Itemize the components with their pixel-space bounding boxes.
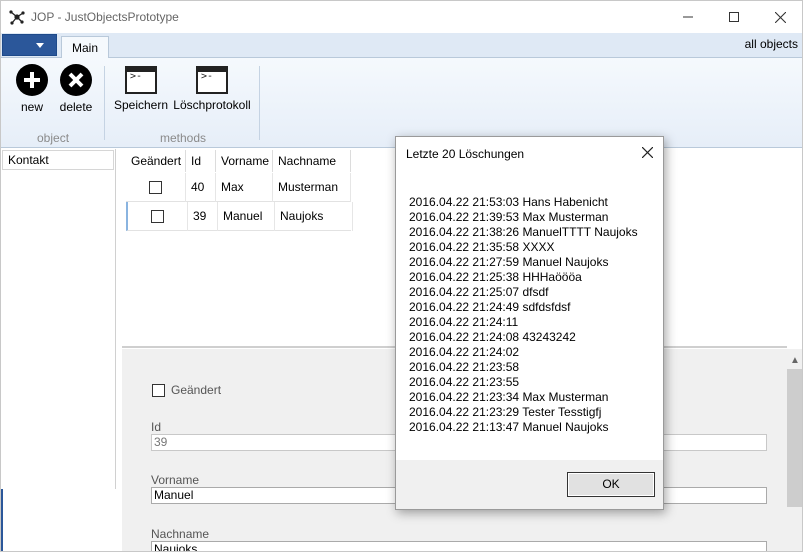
list-item: 2016.04.22 21:23:55 <box>409 375 520 389</box>
chevron-up-icon[interactable]: ▲ <box>790 355 800 366</box>
app-menu-button[interactable] <box>2 34 57 56</box>
new-label: new <box>20 100 43 114</box>
column-header-vorname[interactable]: Vorname <box>216 150 273 172</box>
tab-main[interactable]: Main <box>61 36 109 59</box>
ribbon-tab-bar: Main all objects <box>1 33 802 59</box>
list-item: 2016.04.22 21:53:03 Hans Habenicht <box>409 195 608 209</box>
form-scrollbar-thumb[interactable] <box>787 369 802 507</box>
list-item: 2016.04.22 21:23:34 Max Musterman <box>409 390 609 404</box>
ribbon-panel: new delete object >- Speichern >- Löschp… <box>1 58 802 148</box>
vorname-cell: Max <box>216 173 273 202</box>
vorname-label: Vorname <box>151 473 200 487</box>
changed-checkbox[interactable] <box>151 210 164 224</box>
column-header-geaendert[interactable]: Geändert <box>126 150 186 172</box>
speichern-label: Speichern <box>113 98 169 112</box>
close-window-button[interactable] <box>757 1 802 33</box>
id-cell: 39 <box>188 202 218 231</box>
list-item: 2016.04.22 21:13:47 Manuel Naujoks <box>409 420 609 434</box>
nachname-cell: Musterman <box>273 173 351 202</box>
geaendert-checkbox[interactable] <box>152 384 165 397</box>
terminal-icon: >- <box>125 66 157 94</box>
vorname-cell: Manuel <box>218 202 275 231</box>
list-item: 2016.04.22 21:24:02 <box>409 345 520 359</box>
list-item: 2016.04.22 21:25:07 dfsdf <box>409 285 549 299</box>
chevron-down-icon <box>36 43 44 48</box>
column-header-id[interactable]: Id <box>186 150 216 172</box>
list-item: 2016.04.22 21:27:59 Manuel Naujoks <box>409 255 609 269</box>
terminal-icon: >- <box>196 66 228 94</box>
window-title: JOP - JustObjectsPrototype <box>31 10 179 24</box>
group-label-methods: methods <box>160 131 207 145</box>
nachname-label: Nachname <box>151 527 210 541</box>
nachname-field[interactable]: Naujoks <box>151 541 767 551</box>
close-icon <box>774 11 786 23</box>
title-bar: JOP - JustObjectsPrototype <box>1 1 802 33</box>
list-item: 2016.04.22 21:39:53 Max Musterman <box>409 210 609 224</box>
nav-accent-bar <box>1 489 3 551</box>
table-row[interactable]: 40 Max Musterman <box>126 173 351 202</box>
column-header-nachname[interactable]: Nachname <box>273 150 351 172</box>
changed-cell <box>128 202 188 231</box>
app-network-icon <box>9 10 25 25</box>
minimize-icon <box>683 16 693 18</box>
nachname-cell: Naujoks <box>275 202 353 231</box>
group-label-object: object <box>37 131 70 145</box>
maximize-icon <box>729 12 739 22</box>
dialog-title: Letzte 20 Löschungen <box>406 147 525 161</box>
deletion-list: 2016.04.22 21:53:03 Hans Habenicht 2016.… <box>409 195 659 435</box>
id-cell: 40 <box>186 173 216 202</box>
list-item: 2016.04.22 21:25:38 HHHaöööa <box>409 270 582 284</box>
delete-button[interactable]: delete <box>57 64 95 114</box>
nav-item-kontakt[interactable]: Kontakt <box>2 150 114 170</box>
speichern-button[interactable]: >- Speichern <box>113 64 169 112</box>
geaendert-label: Geändert <box>171 383 222 397</box>
dialog-close-button[interactable] <box>636 143 658 163</box>
changed-cell <box>126 173 186 202</box>
list-item: 2016.04.22 21:24:49 sdfdsfdsf <box>409 300 571 314</box>
object-nav: Kontakt <box>1 149 116 489</box>
list-item: 2016.04.22 21:38:26 ManuelTTTT Naujoks <box>409 225 638 239</box>
ribbon-separator <box>259 66 260 140</box>
list-item: 2016.04.22 21:23:58 <box>409 360 520 374</box>
maximize-button[interactable] <box>711 1 757 33</box>
list-item: 2016.04.22 21:24:08 43243242 <box>409 330 576 344</box>
main-window: JOP - JustObjectsPrototype Main all obje… <box>0 0 803 552</box>
close-icon <box>641 146 653 159</box>
new-button[interactable]: new <box>14 64 50 114</box>
list-item: 2016.04.22 21:24:11 <box>409 315 519 329</box>
list-item: 2016.04.22 21:23:29 Tester Tesstigfj <box>409 405 602 419</box>
list-item: 2016.04.22 21:35:58 XXXX <box>409 240 555 254</box>
minimize-button[interactable] <box>665 1 711 33</box>
plus-icon <box>16 64 48 96</box>
dialog-footer: OK <box>396 460 663 509</box>
changed-checkbox[interactable] <box>149 181 162 195</box>
ribbon-separator <box>104 66 105 140</box>
id-label: Id <box>151 420 162 434</box>
loeschprotokoll-label: Löschprotokoll <box>173 98 251 112</box>
ok-button[interactable]: OK <box>567 472 655 497</box>
table-row[interactable]: 39 Manuel Naujoks <box>126 202 353 231</box>
x-icon <box>60 64 92 96</box>
delete-label: delete <box>59 100 93 114</box>
all-objects-link[interactable]: all objects <box>745 37 798 51</box>
loeschprotokoll-button[interactable]: >- Löschprotokoll <box>173 64 251 112</box>
deletion-log-dialog: Letzte 20 Löschungen 2016.04.22 21:53:03… <box>395 136 664 510</box>
